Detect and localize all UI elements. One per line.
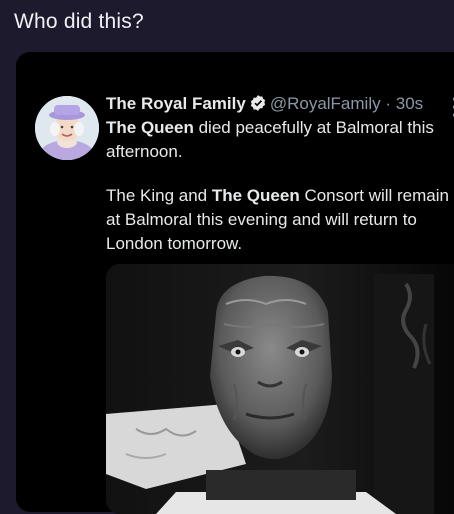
- timestamp[interactable]: 30s: [396, 94, 423, 113]
- avatar-image: [35, 96, 99, 160]
- handle[interactable]: @RoyalFamily: [270, 94, 381, 113]
- tweet-media[interactable]: [106, 264, 454, 514]
- avatar[interactable]: [35, 96, 99, 160]
- tweet-header: The Royal Family @RoyalFamily · 30s: [106, 92, 423, 119]
- bold-text: The Queen: [106, 118, 194, 137]
- display-name[interactable]: The Royal Family: [106, 94, 246, 113]
- text-span: The King and: [106, 186, 212, 205]
- tweet-paragraph-1: The Queen died peacefully at Balmoral th…: [106, 116, 454, 164]
- media-image: [106, 264, 454, 514]
- separator: ·: [385, 94, 392, 113]
- tweet-text: The Queen died peacefully at Balmoral th…: [106, 116, 454, 276]
- tweet-paragraph-2: The King and The Queen Consort will rema…: [106, 184, 454, 256]
- embedded-tweet[interactable]: The Royal Family @RoyalFamily · 30s The Q…: [16, 52, 454, 514]
- post-title: Who did this?: [14, 10, 144, 33]
- bold-text: The Queen: [211, 186, 300, 205]
